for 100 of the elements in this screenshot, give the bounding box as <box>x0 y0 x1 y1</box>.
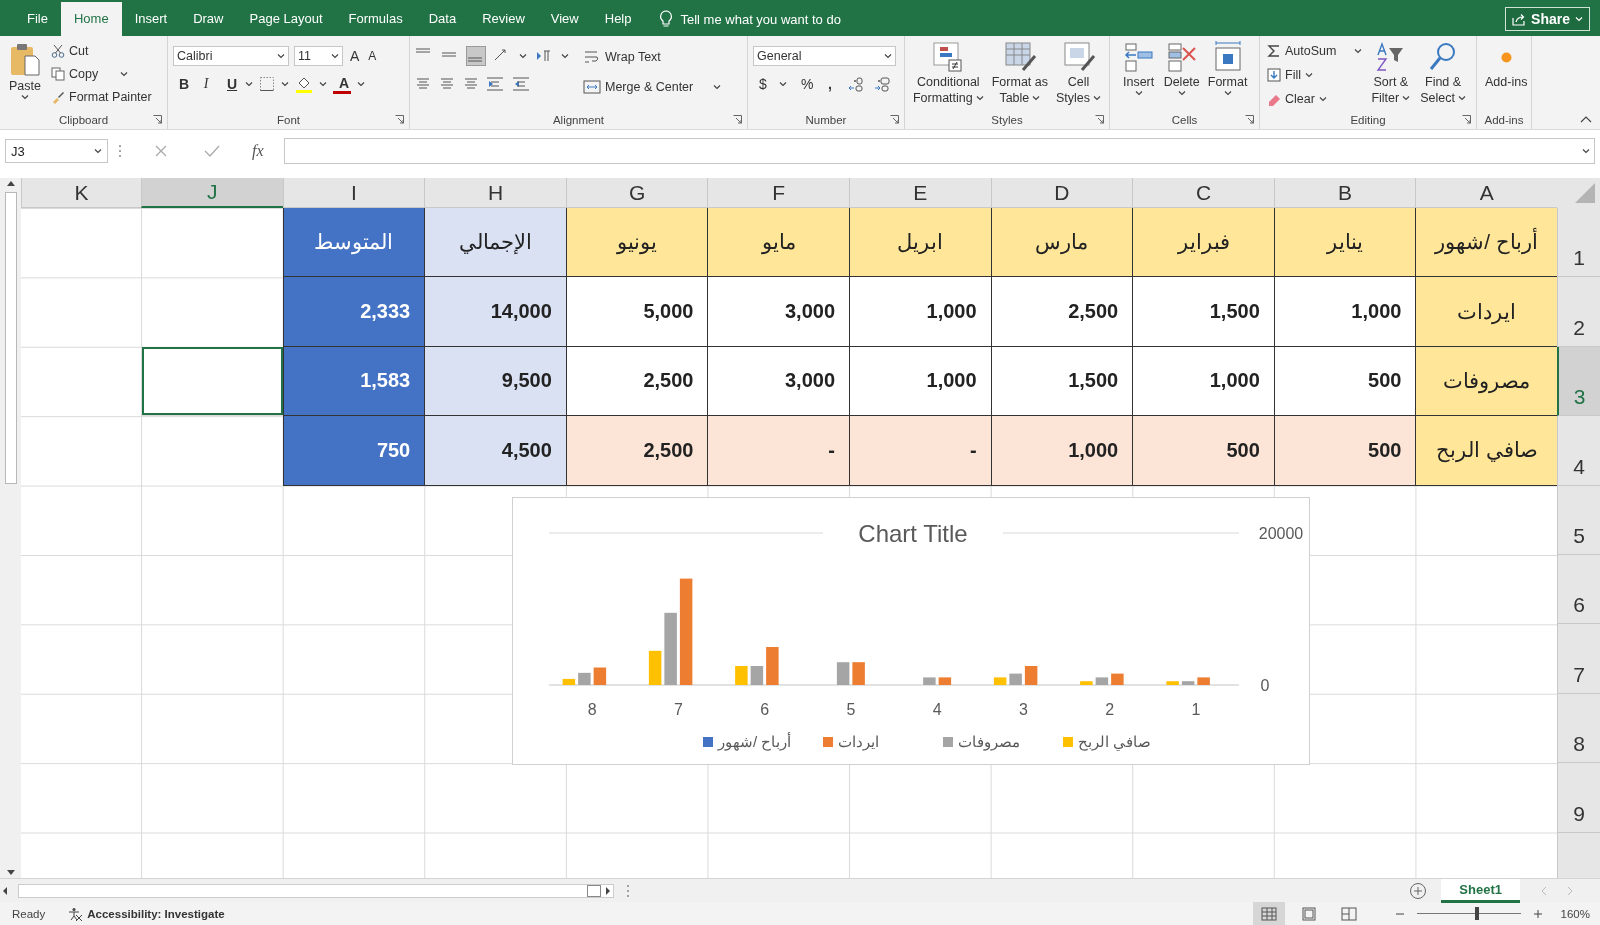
column-header[interactable]: D <box>990 178 1133 208</box>
horizontal-scroll-thumb[interactable] <box>587 884 601 897</box>
fill-color-icon[interactable] <box>295 75 313 93</box>
clear-button[interactable]: Clear <box>1265 88 1365 110</box>
chart-bar <box>938 677 952 685</box>
currency-button[interactable]: $ <box>753 75 771 93</box>
share-button[interactable]: Share <box>1505 7 1590 31</box>
column-header[interactable]: H <box>424 178 566 208</box>
zoom-in-icon[interactable] <box>1532 908 1543 919</box>
dialog-launcher-icon[interactable] <box>1095 115 1104 124</box>
borders-icon[interactable] <box>259 76 275 92</box>
ribbon-tab[interactable]: Help <box>591 2 645 36</box>
add-ins-button[interactable]: Add-ins <box>1482 40 1531 111</box>
italic-button[interactable]: I <box>197 75 215 93</box>
styles-button[interactable]: Format as Table <box>988 40 1051 111</box>
font-name-field[interactable]: Calibri <box>173 46 289 66</box>
new-sheet-icon[interactable] <box>1409 881 1428 900</box>
styles-button[interactable]: Conditional Formatting <box>909 40 987 111</box>
underline-button[interactable]: U <box>221 75 239 93</box>
column-header[interactable]: B <box>1273 178 1416 208</box>
comma-style-button[interactable]: , <box>821 75 839 93</box>
ribbon-tab[interactable]: Data <box>415 2 470 36</box>
dialog-launcher-icon[interactable] <box>890 115 899 124</box>
cancel-icon[interactable] <box>154 144 168 158</box>
row-header[interactable]: 1 <box>1557 208 1600 278</box>
font-size-field[interactable]: 11 <box>294 46 343 66</box>
column-header[interactable]: K <box>21 178 142 208</box>
check-icon[interactable] <box>204 144 220 158</box>
table-cell: 5,000 <box>565 277 708 347</box>
font-color-button[interactable]: A <box>333 74 351 94</box>
row-header[interactable]: 8 <box>1557 693 1600 764</box>
bold-button[interactable]: B <box>173 75 191 93</box>
align-left-icon[interactable] <box>415 76 431 92</box>
column-header[interactable]: A <box>1415 178 1557 208</box>
table-cell: 9,500 <box>424 346 566 417</box>
paste-button[interactable]: Paste <box>5 40 45 111</box>
scroll-right-icon[interactable] <box>603 884 613 897</box>
ribbon-tab[interactable]: Draw <box>180 2 237 36</box>
decrease-indent-icon[interactable] <box>487 76 505 92</box>
find-select-button[interactable]: Find & Select <box>1417 40 1469 111</box>
zoom-level[interactable]: 160% <box>1560 907 1590 920</box>
text-direction-icon[interactable] <box>535 48 553 64</box>
row-header[interactable]: 4 <box>1557 416 1600 486</box>
cells-button[interactable]: Format <box>1204 40 1251 111</box>
dialog-launcher-icon[interactable] <box>1245 115 1254 124</box>
row-header[interactable]: 9 <box>1557 763 1600 833</box>
dialog-launcher-icon[interactable] <box>395 115 404 124</box>
increase-indent-icon[interactable] <box>513 76 531 92</box>
styles-button[interactable]: Cell Styles <box>1053 40 1105 111</box>
formula-input[interactable] <box>284 138 1595 164</box>
column-header[interactable]: I <box>282 178 425 208</box>
ribbon-tab[interactable]: View <box>537 2 592 36</box>
align-center-icon[interactable] <box>439 76 455 92</box>
row-header[interactable]: 2 <box>1557 277 1600 347</box>
ribbon-tab[interactable]: Home <box>60 2 122 36</box>
status-text: Ready <box>12 907 46 920</box>
tell-me-search[interactable]: Tell me what you want to do <box>658 2 841 36</box>
ribbon-tab[interactable]: Formulas <box>335 2 416 36</box>
ribbon-tab[interactable]: File <box>14 2 61 36</box>
row-header[interactable]: 3 <box>1557 346 1600 417</box>
sheet-tab[interactable]: Sheet1 <box>1441 878 1520 903</box>
zoom-slider-thumb[interactable] <box>1474 907 1479 920</box>
ribbon-tab[interactable]: Page Layout <box>236 2 336 36</box>
vertical-scroll-thumb[interactable] <box>4 192 17 484</box>
format-painter-button[interactable]: Format Painter <box>49 86 154 108</box>
insert-function-button[interactable]: fx <box>252 142 274 160</box>
increase-decimal-icon[interactable] <box>847 76 865 92</box>
column-header[interactable]: F <box>707 178 850 208</box>
dialog-launcher-icon[interactable] <box>733 115 742 124</box>
decrease-decimal-icon[interactable] <box>873 76 891 92</box>
dialog-launcher-icon[interactable] <box>153 115 162 124</box>
row-header[interactable]: 7 <box>1557 624 1600 694</box>
cells-button[interactable]: Insert <box>1118 40 1159 111</box>
accessibility-button[interactable]: Accessibility: Investigate <box>67 906 225 921</box>
column-header[interactable]: J <box>141 178 283 208</box>
fill-button[interactable]: Fill <box>1265 64 1365 86</box>
number-format-field[interactable]: General <box>753 46 896 66</box>
collapse-ribbon-icon[interactable] <box>1580 115 1592 123</box>
percent-button[interactable]: % <box>795 75 813 93</box>
align-right-icon[interactable] <box>463 76 479 92</box>
name-box[interactable]: J3 <box>5 139 108 163</box>
cut-button[interactable]: Cut <box>49 40 154 62</box>
ribbon-tab[interactable]: Insert <box>121 2 181 36</box>
autosum-button[interactable]: AutoSum <box>1265 40 1365 62</box>
ribbon-tab[interactable]: Review <box>469 2 538 36</box>
row-header[interactable]: 5 <box>1557 485 1600 555</box>
view-button[interactable] <box>1252 902 1285 925</box>
shrink-font-button[interactable]: A <box>366 45 379 67</box>
cells-button[interactable]: Delete <box>1160 40 1203 111</box>
sort-filter-button[interactable]: Sort & Filter <box>1368 40 1414 111</box>
active-cell[interactable] <box>141 346 283 417</box>
merge-center-button[interactable]: Merge & Center <box>581 76 724 98</box>
wrap-text-button[interactable]: Wrap Text <box>581 46 724 68</box>
copy-button[interactable]: Copy <box>49 63 154 85</box>
column-header[interactable]: E <box>849 178 991 208</box>
dialog-launcher-icon[interactable] <box>1462 115 1471 124</box>
column-header[interactable]: G <box>565 178 708 208</box>
grow-font-button[interactable]: A <box>348 45 362 67</box>
column-header[interactable]: C <box>1132 178 1274 208</box>
row-header[interactable]: 6 <box>1557 554 1600 625</box>
